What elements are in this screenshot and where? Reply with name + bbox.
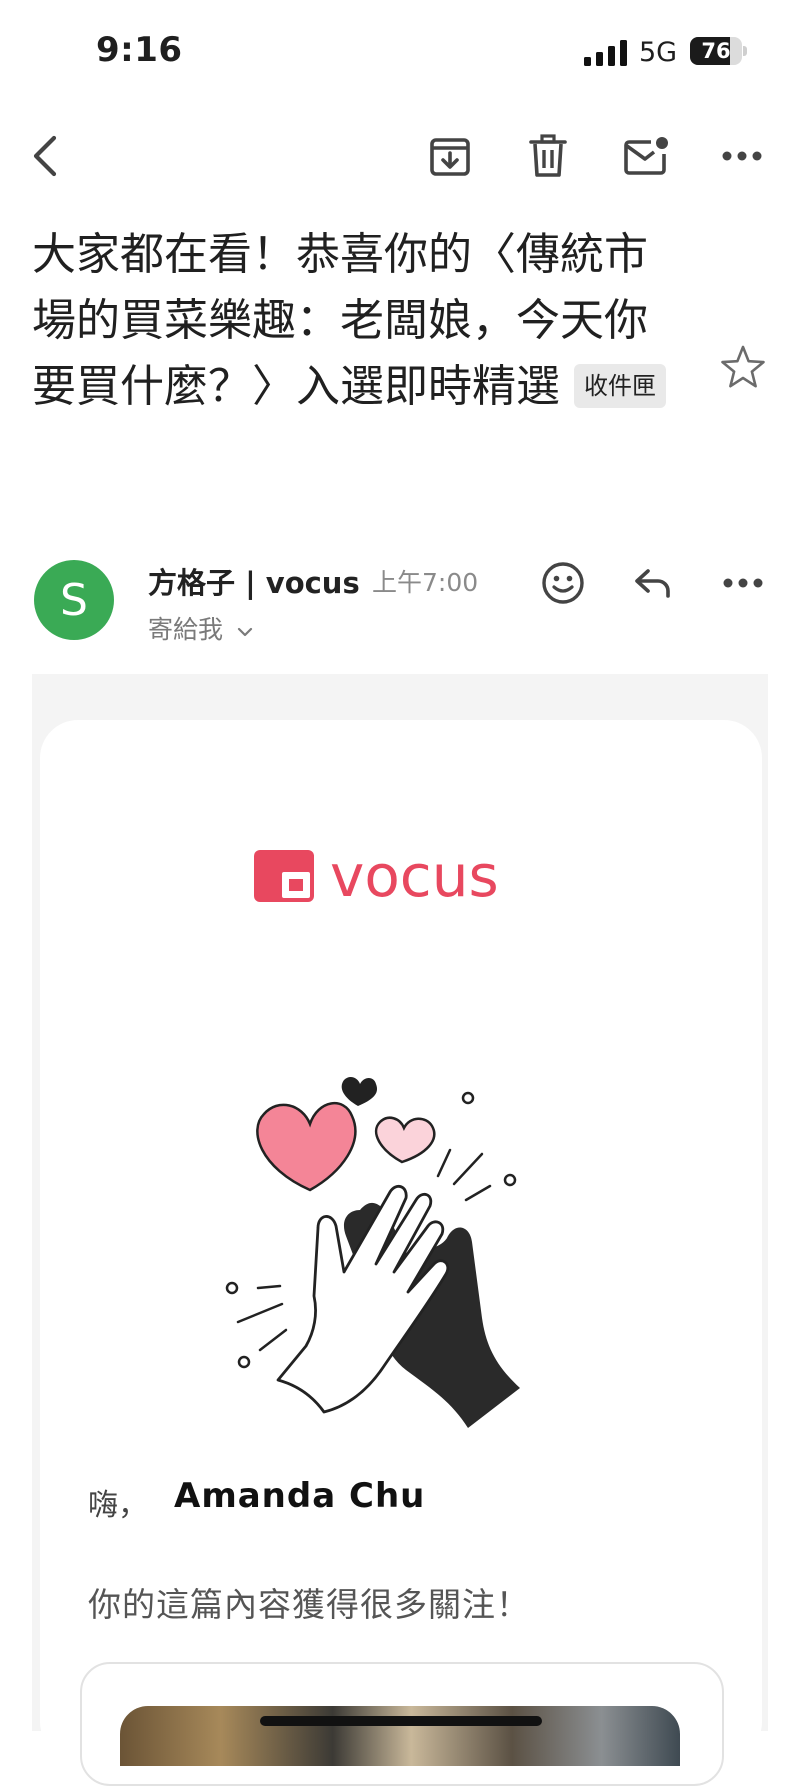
sender-avatar[interactable]: S	[34, 560, 114, 640]
vocus-logo: vocus	[254, 846, 499, 906]
recipient-name: Amanda Chu	[174, 1476, 426, 1516]
avatar-letter: S	[60, 574, 88, 626]
cellular-signal-icon	[584, 40, 627, 66]
mark-unread-icon[interactable]	[617, 128, 673, 184]
status-time: 9:16	[96, 30, 183, 70]
emoji-reaction-icon[interactable]	[536, 556, 590, 610]
recipient-label: 寄給我	[148, 615, 224, 644]
back-arrow-icon[interactable]	[18, 128, 74, 184]
chevron-down-icon	[237, 627, 253, 637]
star-icon[interactable]	[720, 344, 766, 390]
more-options-icon[interactable]	[714, 128, 770, 184]
vocus-wordmark: vocus	[330, 846, 499, 906]
archive-icon[interactable]	[422, 128, 478, 184]
sent-time: 上午7:00	[372, 568, 479, 597]
greeting-text: 嗨，	[88, 1488, 148, 1523]
email-subject: 大家都在看！恭喜你的〈傳統市場的買菜樂趣：老闆娘，今天你要買什麼？〉入選即時精選…	[32, 222, 672, 420]
subject-text: 大家都在看！恭喜你的〈傳統市場的買菜樂趣：老闆娘，今天你要買什麼？〉入選即時精選	[32, 229, 648, 412]
network-type: 5G	[639, 37, 678, 68]
high-five-hearts-illustration	[225, 1077, 520, 1428]
battery-icon: 76	[690, 37, 748, 65]
battery-level: 76	[701, 39, 731, 63]
recipient-details[interactable]: 寄給我	[148, 610, 253, 646]
home-indicator[interactable]	[260, 1716, 542, 1726]
message-text: 你的這篇內容獲得很多關注！	[88, 1585, 530, 1624]
message-more-icon[interactable]	[716, 556, 770, 610]
reply-icon[interactable]	[626, 556, 680, 610]
inbox-label-chip[interactable]: 收件匣	[574, 364, 666, 408]
trash-icon[interactable]	[520, 128, 576, 184]
article-thumbnail-image[interactable]	[120, 1706, 680, 1766]
sender-name[interactable]: 方格子 | vocus	[148, 560, 360, 602]
